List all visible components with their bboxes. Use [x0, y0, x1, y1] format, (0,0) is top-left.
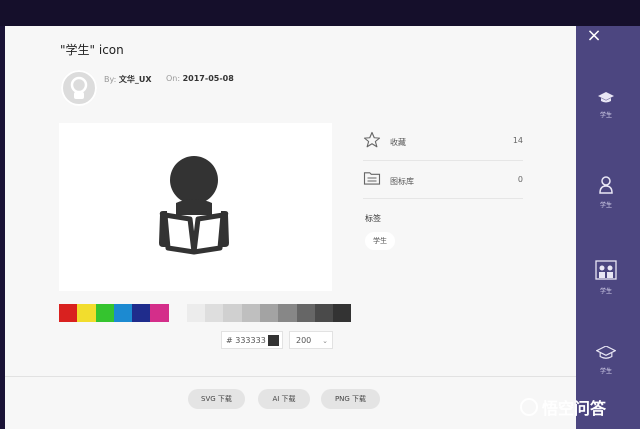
- author-info: By: 文华_UX: [104, 74, 152, 85]
- color-chip: [268, 335, 279, 346]
- watermark: 悟空问答: [520, 396, 606, 418]
- sidebar-item-label: 学生: [599, 368, 612, 375]
- gray-swatch[interactable]: [333, 304, 352, 322]
- size-select[interactable]: 200 ⌄: [289, 331, 333, 349]
- close-button[interactable]: ×: [584, 26, 604, 46]
- size-value: 200: [296, 336, 312, 345]
- sidebar-item-student-2[interactable]: 学生: [586, 176, 626, 209]
- author-label: By:: [104, 75, 117, 84]
- page-title: "学生" icon: [60, 43, 124, 57]
- swatch-gap: [169, 304, 187, 322]
- tag-student[interactable]: 学生: [365, 232, 395, 250]
- sidebar-item-student-3[interactable]: 学生: [586, 260, 626, 295]
- gray-swatch[interactable]: [205, 304, 224, 322]
- color-palette: [59, 304, 352, 322]
- star-icon: [363, 131, 381, 148]
- gray-swatch[interactable]: [241, 304, 260, 322]
- svg-download-button[interactable]: SVG 下载: [188, 389, 245, 409]
- color-swatch[interactable]: [77, 304, 96, 322]
- stat-count: 14: [512, 136, 523, 145]
- date-label: On:: [166, 74, 181, 83]
- hex-value: # 333333: [226, 336, 266, 345]
- color-swatch[interactable]: [132, 304, 151, 322]
- backdrop-topbar: [0, 0, 640, 26]
- icon-detail-modal: "学生" icon By: 文华_UX On: 2017-05-08 # 333…: [5, 26, 576, 429]
- gray-swatch[interactable]: [223, 304, 242, 322]
- tags-heading: 标签: [365, 214, 381, 223]
- stat-label: 收藏: [390, 138, 406, 147]
- divider: [363, 198, 523, 199]
- png-download-button[interactable]: PNG 下载: [321, 389, 380, 409]
- divider: [363, 160, 523, 161]
- stat-library[interactable]: 图标库 0: [363, 167, 523, 197]
- color-swatch[interactable]: [59, 304, 78, 322]
- avatar[interactable]: [61, 70, 97, 106]
- person-icon: [599, 176, 613, 194]
- sidebar-item-label: 学生: [599, 288, 612, 295]
- footer-divider: [5, 376, 576, 377]
- wukong-logo-icon: [520, 398, 538, 416]
- author-name[interactable]: 文华_UX: [119, 75, 152, 84]
- avatar-icon: [61, 70, 97, 106]
- library-icon: [363, 172, 381, 185]
- icon-preview: [59, 123, 332, 291]
- sidebar-item-student-4[interactable]: 学生: [586, 346, 626, 375]
- stat-count: 0: [517, 175, 523, 184]
- graduation-cap-icon: [596, 346, 616, 359]
- watermark-text: 悟空问答: [542, 399, 607, 418]
- students-group-icon: [595, 260, 617, 280]
- color-swatch[interactable]: [113, 304, 133, 322]
- color-swatch[interactable]: [150, 304, 169, 322]
- gray-swatch[interactable]: [278, 304, 297, 322]
- publish-date: 2017-05-08: [182, 74, 234, 83]
- stat-favorite[interactable]: 收藏 14: [363, 128, 523, 158]
- gray-swatch[interactable]: [314, 304, 334, 322]
- sidebar-item-label: 学生: [599, 202, 612, 209]
- gray-swatch[interactable]: [296, 304, 315, 322]
- hex-color-input[interactable]: # 333333: [221, 331, 283, 349]
- stat-label: 图标库: [390, 177, 414, 186]
- sidebar-item-student-1[interactable]: 学生: [586, 92, 626, 119]
- date-info: On: 2017-05-08: [166, 74, 234, 83]
- gray-swatch[interactable]: [259, 304, 279, 322]
- graduation-cap-icon: [598, 92, 614, 103]
- reading-student-icon: [159, 156, 229, 255]
- color-swatch[interactable]: [95, 304, 114, 322]
- gray-swatch[interactable]: [186, 304, 206, 322]
- sidebar-item-label: 学生: [599, 112, 612, 119]
- chevron-down-icon: ⌄: [322, 337, 328, 345]
- ai-download-button[interactable]: AI 下载: [258, 389, 310, 409]
